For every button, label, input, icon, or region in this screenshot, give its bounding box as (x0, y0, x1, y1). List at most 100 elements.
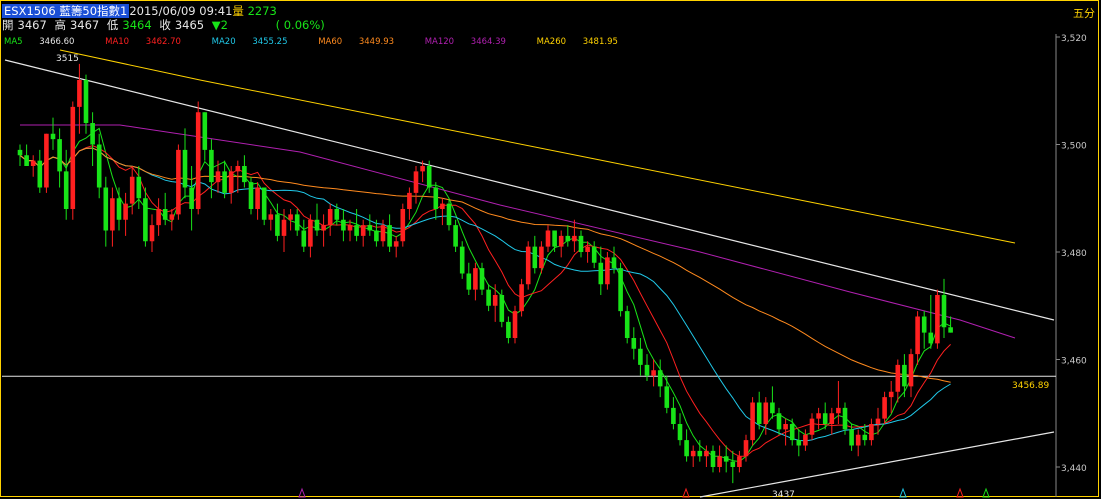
candle-body (902, 364, 907, 387)
candle-body (611, 257, 617, 269)
ma5-line (19, 127, 951, 463)
candle-body (499, 295, 505, 322)
candle-body (704, 450, 709, 457)
candle-body (202, 112, 208, 150)
candle-body (776, 413, 782, 430)
ma20-line (19, 147, 951, 442)
candle-body (189, 187, 194, 209)
candle-body (50, 133, 56, 140)
candle-body (690, 450, 696, 457)
candle-body (360, 225, 366, 236)
candle-body (644, 364, 650, 376)
level-annotation: 3456.89 (1012, 381, 1049, 391)
candle-body (17, 149, 23, 156)
candle-body (585, 246, 590, 252)
price-chart[interactable]: 3,520 3,500 3,480 3,460 3,440 3515 3437 3456.89 (0, 0, 1101, 499)
signal-marker (956, 487, 964, 498)
candle-body (334, 209, 340, 220)
candle-body (723, 456, 729, 462)
candle-body (618, 268, 623, 312)
candle-body (255, 187, 260, 209)
candle-body (440, 203, 445, 209)
candle-body (803, 434, 808, 446)
candle-body (195, 112, 201, 209)
candle-body (770, 402, 775, 414)
low-annotation: 3437 (772, 490, 795, 499)
candle-body (941, 295, 947, 328)
candle-body (948, 327, 953, 333)
candle-body (37, 160, 43, 188)
candle-body (631, 338, 637, 349)
candle-body (928, 332, 934, 344)
candle-body (209, 149, 214, 183)
candle-body (301, 230, 307, 247)
candle-body (407, 192, 412, 209)
candle-body (308, 219, 313, 247)
candle-body (763, 402, 769, 424)
candle-body (624, 311, 630, 338)
y-tick-label: 3,480 (1061, 249, 1087, 259)
candle-body (842, 407, 848, 430)
candle-body (710, 450, 716, 467)
candle-body (677, 424, 683, 441)
candle-body (433, 187, 439, 209)
candle-body (591, 246, 597, 263)
candle-body (525, 246, 531, 285)
candle-body (882, 397, 887, 419)
candle-body (393, 241, 399, 247)
candle-body (572, 235, 577, 242)
candle-body (63, 171, 69, 209)
candle-body (783, 424, 788, 430)
y-tick-label: 3,520 (1061, 34, 1087, 44)
candle-body (149, 225, 155, 242)
candle-body (248, 182, 254, 209)
candle-body (314, 219, 320, 231)
candle-body (367, 225, 373, 231)
y-tick-label: 3,460 (1061, 357, 1087, 367)
candle-body (915, 316, 920, 355)
candle-body (162, 209, 168, 220)
candle-body (565, 235, 571, 242)
candle-body (717, 456, 722, 467)
candle-body (935, 295, 940, 344)
candle-body (110, 198, 115, 231)
candle-body (888, 391, 894, 398)
candle-body (539, 246, 544, 269)
ma60-line (19, 147, 951, 383)
candle-body (836, 407, 841, 414)
candle-body (143, 198, 148, 242)
candle-body (235, 166, 241, 172)
high-annotation: 3515 (56, 54, 79, 64)
candle-body (413, 171, 419, 193)
candle-body (697, 450, 703, 457)
candle-body (479, 268, 485, 290)
candle-body (862, 434, 868, 441)
candle-body (103, 187, 109, 231)
candle-body (459, 246, 465, 274)
candle-body (789, 424, 795, 441)
candle-body (750, 402, 755, 441)
candle-body (347, 225, 353, 231)
candle-body (70, 106, 76, 209)
candle-body (77, 80, 82, 107)
candle-body (849, 429, 854, 446)
candle-body (651, 370, 656, 376)
candle-body (875, 418, 881, 424)
candle-body (737, 456, 742, 467)
candle-body (512, 311, 518, 338)
candle-body (169, 214, 175, 220)
candle-body (387, 225, 392, 247)
candle-body (354, 225, 359, 236)
candle-body (730, 461, 736, 467)
candle-body (242, 166, 247, 183)
candle-body (57, 139, 62, 172)
candle-body (664, 386, 670, 408)
signal-marker (899, 487, 907, 498)
candle-body (552, 230, 557, 247)
candle-body (123, 203, 128, 220)
candle-body (420, 166, 425, 172)
candle-body (545, 230, 551, 247)
candle-body (136, 176, 142, 199)
candle-body (281, 219, 287, 236)
candle-body (261, 187, 267, 220)
